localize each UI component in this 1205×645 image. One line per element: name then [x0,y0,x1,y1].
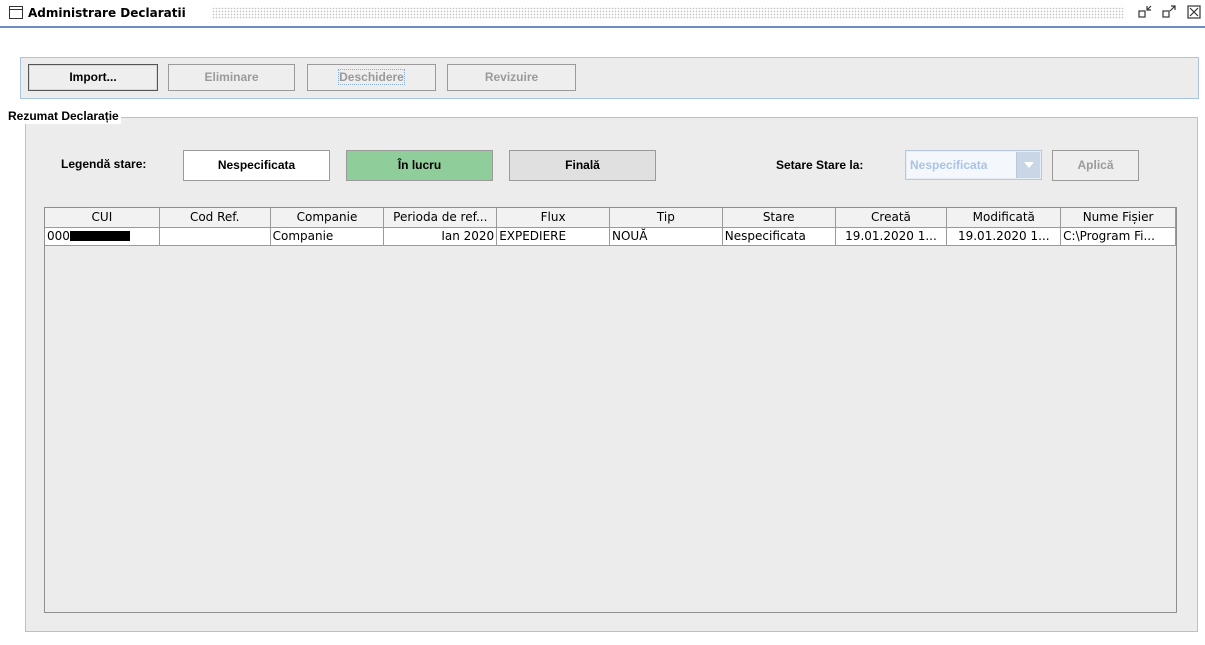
window-icon [9,6,23,19]
redaction-bar [69,231,130,241]
column-header-flux[interactable]: Flux [497,208,610,228]
cell-tip: NOUĂ [609,228,723,246]
legend-label: Legendă stare: [61,157,147,171]
column-header-cod-ref[interactable]: Cod Ref. [159,208,271,228]
summary-group-title: Rezumat Declarație [6,109,121,124]
titlebar-texture [212,7,1124,19]
column-header-nume-fisier[interactable]: Nume Fișier [1061,208,1176,228]
maximize-icon[interactable] [1162,5,1176,23]
table-row[interactable]: 000 Companie Ian 2020 EXPEDIERE NOUĂ Nes… [45,228,1176,246]
cell-modificata: 19.01.2020 1... [947,228,1062,246]
close-icon[interactable] [1187,5,1201,23]
column-header-perioada[interactable]: Perioda de ref... [384,208,498,228]
column-header-cui[interactable]: CUI [45,208,160,228]
declarations-table[interactable]: CUI Cod Ref. Companie Perioda de ref... … [44,207,1177,613]
window-title: Administrare Declaratii [28,6,186,20]
cell-cod-ref [159,228,271,246]
status-select[interactable]: Nespecificata [905,150,1042,180]
legend-in-progress: În lucru [346,150,493,181]
cell-companie: Companie [270,228,385,246]
status-select-value: Nespecificata [907,152,1017,178]
table-header: CUI Cod Ref. Companie Perioda de ref... … [45,208,1176,228]
cell-stare: Nespecificata [722,228,836,246]
column-header-modificata[interactable]: Modificată [947,208,1062,228]
window-titlebar[interactable]: Administrare Declaratii [0,0,1205,28]
apply-button[interactable]: Aplică [1052,150,1139,181]
review-button[interactable]: Revizuire [447,64,576,91]
cell-creata: 19.01.2020 1... [835,228,948,246]
column-header-stare[interactable]: Stare [722,208,836,228]
cell-perioada: Ian 2020 [384,228,498,246]
column-header-creata[interactable]: Creată [835,208,948,228]
cell-cui: 000 [45,228,160,246]
legend-unspecified: Nespecificata [183,150,330,181]
restore-icon[interactable] [1138,5,1152,23]
set-status-label: Setare Stare la: [776,158,864,172]
cell-flux: EXPEDIERE [497,228,610,246]
chevron-down-icon[interactable] [1016,152,1040,178]
column-header-tip[interactable]: Tip [609,208,723,228]
import-button[interactable]: Import... [28,64,158,91]
open-button[interactable]: Deschidere [307,64,436,91]
remove-button[interactable]: Eliminare [168,64,295,91]
column-header-companie[interactable]: Companie [270,208,385,228]
cell-nume-fisier: C:\Program Fi... [1061,228,1176,246]
legend-final: Finală [509,150,656,181]
